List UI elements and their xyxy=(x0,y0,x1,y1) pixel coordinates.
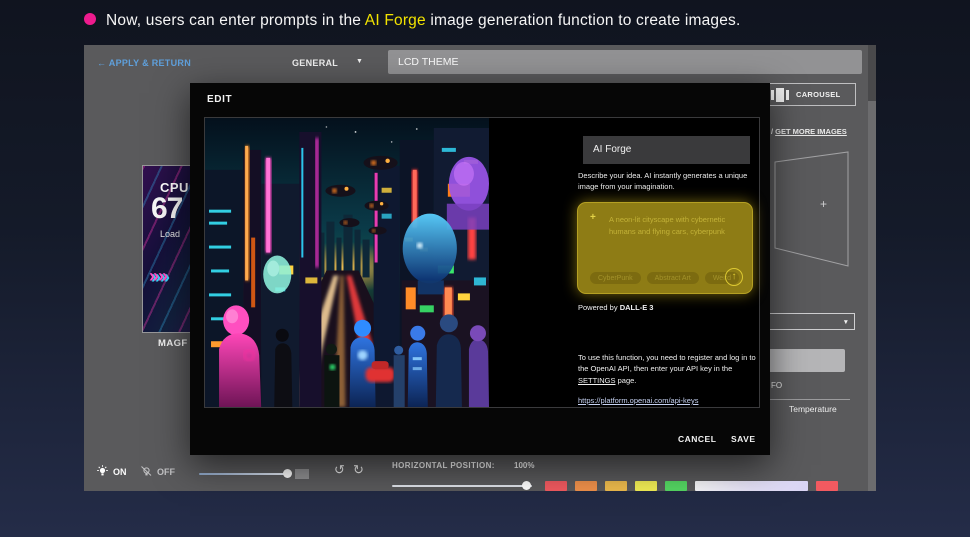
send-prompt-button[interactable]: ↑ xyxy=(725,268,743,286)
note-after: page. xyxy=(616,376,637,385)
rotate-ccw-button[interactable]: ↺ xyxy=(334,462,345,478)
tag-pill[interactable]: CyberPunk xyxy=(590,272,641,284)
caption-before: Now, users can enter prompts in the xyxy=(106,12,365,29)
breadcrumb: P / GET MORE IMAGES xyxy=(764,127,847,136)
color-swatches xyxy=(545,481,838,491)
save-button[interactable]: SAVE xyxy=(731,434,756,444)
rotate-cw-button[interactable]: ↻ xyxy=(353,462,364,478)
brightness-slider-track[interactable] xyxy=(199,473,289,475)
right-panel-button[interactable] xyxy=(762,349,845,372)
caption-after: image generation function to create imag… xyxy=(426,12,741,29)
color-swatch[interactable] xyxy=(605,481,627,491)
add-image-icon[interactable]: + xyxy=(820,197,827,211)
prompt-value: A neon-lit cityscape with cybernetic hum… xyxy=(609,214,741,238)
scrollbar-thumb[interactable] xyxy=(868,45,876,101)
horizontal-position-slider-handle[interactable] xyxy=(522,481,531,490)
carousel-icon xyxy=(771,88,789,102)
color-swatch[interactable] xyxy=(695,481,808,491)
note-before: To use this function, you need to regist… xyxy=(578,353,756,373)
horizontal-position-slider-track[interactable] xyxy=(392,485,532,487)
vertical-scrollbar[interactable] xyxy=(868,45,876,491)
settings-link[interactable]: SETTINGS xyxy=(578,376,616,385)
prompt-tags: CyberPunkAbstract ArtWeird xyxy=(590,272,739,284)
bulb-off-icon xyxy=(140,465,153,478)
theme-name-input[interactable] xyxy=(388,50,862,74)
brightness-value-box[interactable] xyxy=(295,469,309,479)
get-more-images-link[interactable]: GET MORE IMAGES xyxy=(775,127,847,136)
cpu-load-value: 67 xyxy=(151,192,182,226)
carousel-perspective-frame xyxy=(770,148,854,270)
caption-text: Now, users can enter prompts in the AI F… xyxy=(106,12,741,30)
ai-forge-function-select[interactable]: AI Forge xyxy=(583,136,750,164)
partial-section-label: MAGF xyxy=(158,338,188,349)
chevron-down-icon: ▼ xyxy=(843,319,849,326)
powered-by: Powered by DALL-E 3 xyxy=(578,303,653,312)
edit-dialog: EDIT xyxy=(190,83,770,455)
screenshot-root: Now, users can enter prompts in the AI F… xyxy=(0,0,970,537)
color-swatch[interactable] xyxy=(575,481,597,491)
apply-return-label: APPLY & RETURN xyxy=(109,58,191,68)
apply-return-button[interactable]: ← APPLY & RETURN xyxy=(97,58,191,68)
divider xyxy=(770,399,850,400)
cancel-button[interactable]: CANCEL xyxy=(678,434,716,444)
general-dropdown[interactable]: GENERAL xyxy=(292,58,338,68)
caption-highlight: AI Forge xyxy=(365,12,426,29)
dialog-title: EDIT xyxy=(207,94,232,105)
carousel-button[interactable]: CAROUSEL xyxy=(760,83,856,106)
back-arrow-icon: ← xyxy=(97,58,106,68)
carousel-label: CAROUSEL xyxy=(796,90,841,99)
info-partial-label: FO xyxy=(771,381,782,390)
bulb-on-icon xyxy=(96,465,109,478)
on-label: ON xyxy=(113,467,127,477)
api-key-note: To use this function, you need to regist… xyxy=(578,352,757,386)
prompt-input[interactable]: + A neon-lit cityscape with cybernetic h… xyxy=(577,202,753,294)
tag-pill[interactable]: Abstract Art xyxy=(647,272,699,284)
chevrons-art: »» xyxy=(149,266,167,287)
horizontal-position-label: HORIZONTAL POSITION: xyxy=(392,461,495,470)
temperature-label: Temperature xyxy=(789,404,837,414)
bullet-icon xyxy=(84,13,96,25)
powered-by-engine: DALL-E 3 xyxy=(620,303,654,312)
off-label: OFF xyxy=(157,467,175,477)
chevron-down-icon[interactable]: ▼ xyxy=(356,58,363,65)
backlight-on-toggle[interactable]: ON xyxy=(96,465,127,478)
image-select-dropdown[interactable]: ▼ xyxy=(762,313,855,330)
horizontal-position-value: 100% xyxy=(514,461,534,470)
cpu-load-label: Load xyxy=(160,229,180,239)
color-swatch[interactable] xyxy=(545,481,567,491)
backlight-off-toggle[interactable]: OFF xyxy=(140,465,175,478)
ai-generated-image xyxy=(205,118,489,407)
ai-forge-description: Describe your idea. AI instantly generat… xyxy=(578,171,754,193)
openai-api-keys-link[interactable]: https://platform.openai.com/api-keys xyxy=(578,396,698,405)
plus-icon[interactable]: + xyxy=(590,212,596,223)
color-swatch[interactable] xyxy=(816,481,838,491)
brightness-slider-handle[interactable] xyxy=(283,469,292,478)
powered-by-prefix: Powered by xyxy=(578,303,620,312)
color-swatch[interactable] xyxy=(635,481,657,491)
ai-forge-title: AI Forge xyxy=(583,136,750,164)
color-swatch[interactable] xyxy=(665,481,687,491)
